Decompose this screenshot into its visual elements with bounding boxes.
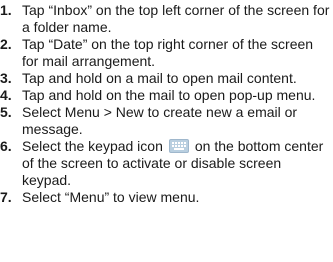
step-number: 2. — [0, 36, 12, 52]
step-text: Select “Menu” to view menu. — [22, 189, 200, 206]
step-number: 5. — [0, 104, 12, 120]
step-number: 1. — [0, 2, 12, 18]
step-number: 7. — [0, 189, 12, 206]
step-item: 1. Tap “Inbox” on the top left corner of… — [0, 2, 333, 36]
step-text: Tap and hold on the mail to open pop-up … — [22, 87, 316, 103]
step-item: 5. Select Menu > New to create new a ema… — [0, 104, 333, 138]
step-item: 3. Tap and hold on a mail to open mail c… — [0, 70, 333, 87]
step-number: 4. — [0, 87, 12, 103]
step-text: Select Menu > New to create new a email … — [22, 104, 298, 137]
keypad-icon — [168, 139, 189, 154]
step-item: 2. Tap “Date” on the top right corner of… — [0, 36, 333, 70]
step-text-before-icon: Select the keypad icon — [22, 138, 163, 154]
instructions-document: 1. Tap “Inbox” on the top left corner of… — [0, 0, 333, 262]
step-number: 6. — [0, 138, 12, 154]
step-text: Tap “Date” on the top right corner of th… — [22, 36, 314, 69]
step-item: 6. Select the keypad icon on the bottom … — [0, 138, 333, 189]
step-item: 7. Select “Menu” to view menu. — [0, 189, 333, 206]
step-item: 4. Tap and hold on the mail to open pop-… — [0, 87, 333, 104]
step-text: Tap and hold on a mail to open mail cont… — [22, 70, 297, 86]
step-number: 3. — [0, 70, 12, 86]
steps-list: 1. Tap “Inbox” on the top left corner of… — [0, 2, 333, 206]
step-text: Tap “Inbox” on the top left corner of th… — [22, 2, 330, 35]
